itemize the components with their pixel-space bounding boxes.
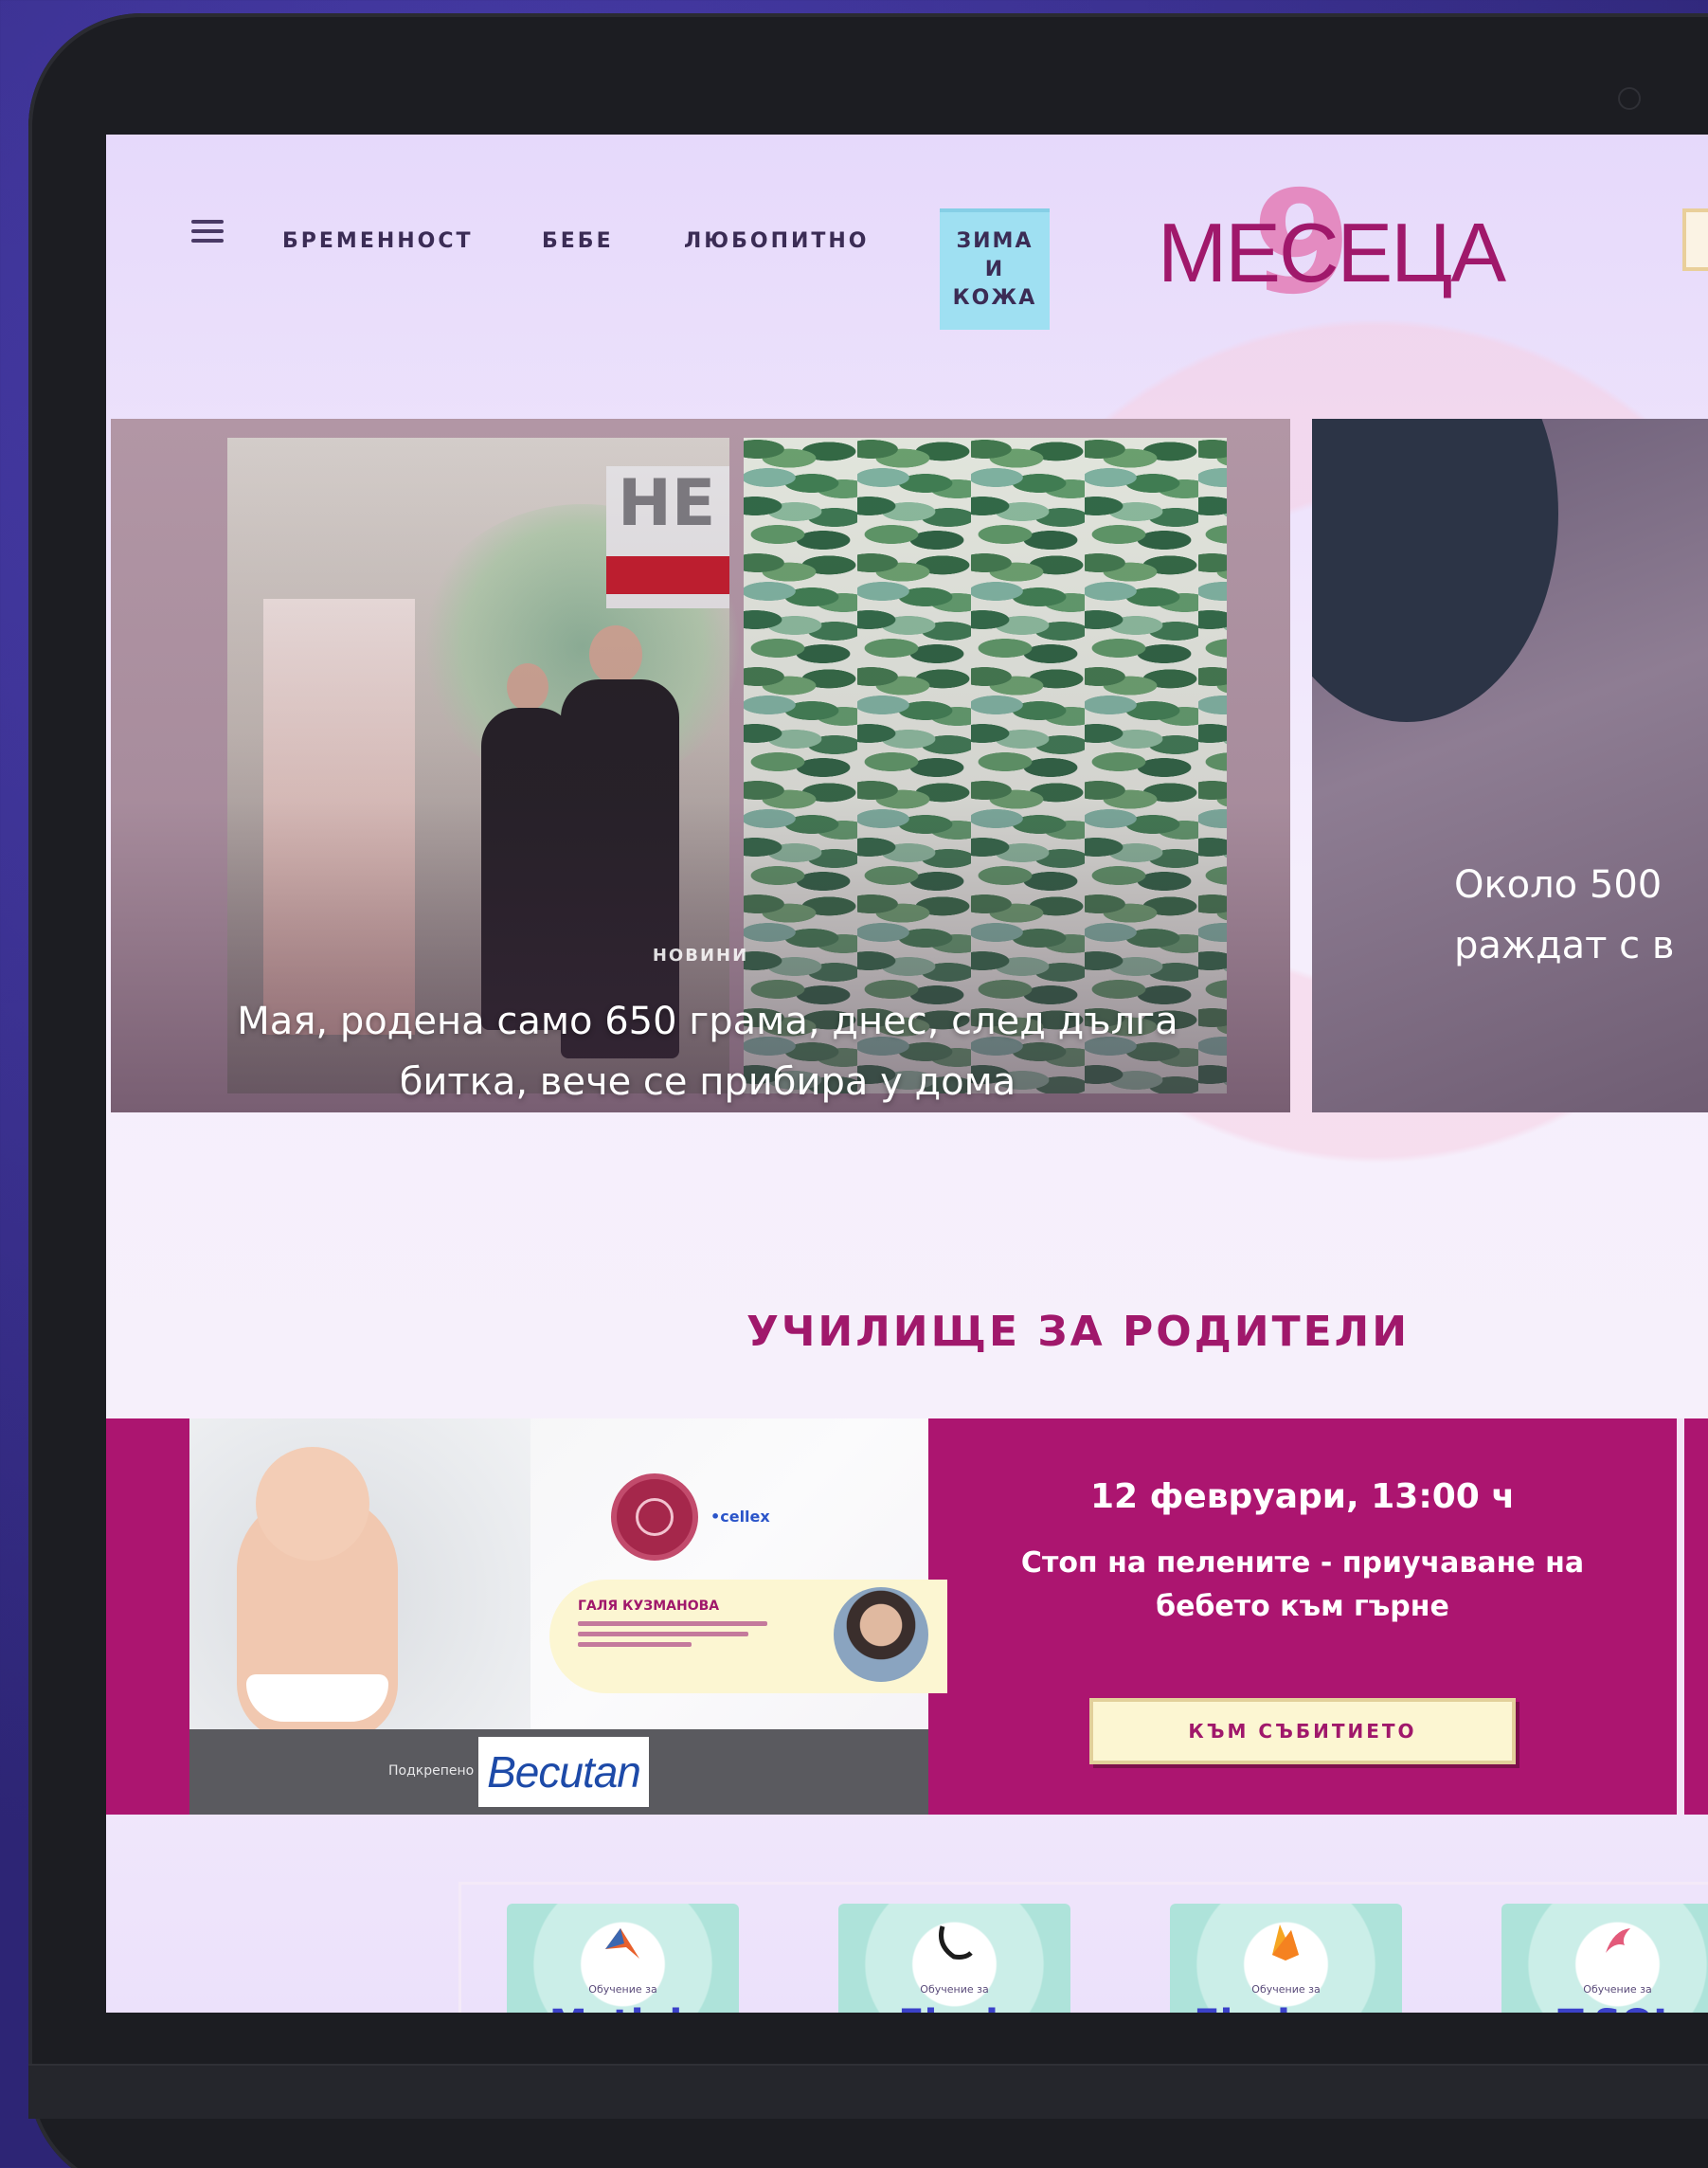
course-subtitle: Обучение за — [588, 1983, 657, 1996]
hero-article-title[interactable]: Мая, родена само 650 грама, днес, след д… — [225, 991, 1191, 1112]
hero-side-title[interactable]: Около 500 раждат с в — [1454, 855, 1708, 976]
hero-side-photo-shape — [1312, 419, 1558, 722]
event-banner: •cellex ГАЛЯ КУЗМАНОВА Подкрепено от Bec… — [106, 1418, 1708, 1815]
university-seal-icon — [611, 1473, 698, 1561]
nav-special-line-2: И — [984, 258, 1005, 281]
laptop-bezel-bottom — [28, 2064, 1708, 2119]
sponsor-bar: Подкрепено от Becutan — [189, 1729, 928, 1815]
speaker-description — [578, 1621, 777, 1653]
hero-article-main[interactable]: НЕ НОВИНИ Мая, родена само 650 грама, дн… — [111, 419, 1290, 1112]
nav-item-pregnancy[interactable]: БРЕМЕННОСТ — [282, 229, 474, 253]
site-logo[interactable]: 9 МЕСЕЦА — [1158, 172, 1506, 315]
hero-article-side[interactable]: Около 500 раждат с в — [1312, 419, 1708, 1112]
course-subtitle: Обучение за — [1251, 1983, 1321, 1996]
hamburger-menu-icon[interactable] — [191, 220, 224, 244]
course-card-matlab[interactable]: Обучение за Matlab — [507, 1904, 739, 2013]
flask-icon — [939, 1925, 973, 1960]
nav-item-winter-and-skin[interactable]: ЗИМА И КОЖА — [940, 208, 1050, 330]
course-card-firebase[interactable]: Обучение за Firebase — [1170, 1904, 1402, 2013]
course-title: Flask — [838, 2002, 1070, 2013]
tsql-icon — [1606, 1928, 1630, 1953]
matlab-icon — [605, 1928, 639, 1959]
event-promo-image[interactable]: •cellex ГАЛЯ КУЗМАНОВА Подкрепено от Bec… — [189, 1418, 947, 1815]
hero-side-title-line-2: раждат с в — [1454, 924, 1675, 967]
firebase-icon — [1272, 1924, 1299, 1960]
nav-special-line-3: КОЖА — [952, 286, 1037, 310]
speaker-avatar — [834, 1587, 928, 1682]
header-search-box[interactable] — [1682, 208, 1708, 271]
nav-item-baby[interactable]: БЕБЕ — [542, 229, 614, 253]
event-date: 12 февруари, 13:00 ч — [1089, 1477, 1516, 1516]
speaker-name: ГАЛЯ КУЗМАНОВА — [578, 1599, 720, 1614]
course-card-tsql[interactable]: Обучение за T-SQL — [1501, 1904, 1708, 2013]
hero-side-title-line-1: Около 500 — [1454, 863, 1663, 907]
course-title: T-SQL — [1501, 2002, 1708, 2013]
nav-special-line-1: ЗИМА — [956, 229, 1034, 253]
next-event-banner[interactable] — [1684, 1418, 1708, 1815]
event-divider — [1677, 1418, 1684, 1815]
event-title: Стоп на пелените - приучаване на бебето … — [1020, 1546, 1585, 1623]
sponsor-logo[interactable]: Becutan — [478, 1737, 649, 1807]
course-cards-row: Обучение за Matlab Обучение за Flask Обу… — [458, 1882, 1708, 2013]
section-heading-parents-school: УЧИЛИЩЕ ЗА РОДИТЕЛИ — [746, 1308, 1411, 1356]
nav-item-curious[interactable]: ЛЮБОПИТНО — [684, 229, 870, 253]
course-subtitle: Обучение за — [920, 1983, 989, 1996]
logo-text: МЕСЕЦА — [1158, 206, 1506, 299]
speaker-card: ГАЛЯ КУЗМАНОВА — [549, 1580, 947, 1693]
course-subtitle: Обучение за — [1583, 1983, 1652, 1996]
baby-diaper — [246, 1674, 388, 1722]
website-screen: БРЕМЕННОСТ БЕБЕ ЛЮБОПИТНО ЗИМА И КОЖА 9 … — [106, 135, 1708, 2013]
course-card-flask[interactable]: Обучение за Flask — [838, 1904, 1070, 2013]
event-info: 12 февруари, 13:00 ч Стоп на пелените - … — [928, 1418, 1677, 1815]
course-title: Firebase — [1170, 2002, 1402, 2013]
to-event-button[interactable]: КЪМ СЪБИТИЕТО — [1089, 1698, 1516, 1764]
course-title: Matlab — [507, 2002, 739, 2013]
camera-icon — [1618, 87, 1641, 110]
baby-head — [256, 1447, 369, 1561]
hero-category-tag: НОВИНИ — [652, 946, 749, 966]
event-left-strip — [106, 1418, 189, 1815]
partner-logo: •cellex — [710, 1508, 770, 1526]
